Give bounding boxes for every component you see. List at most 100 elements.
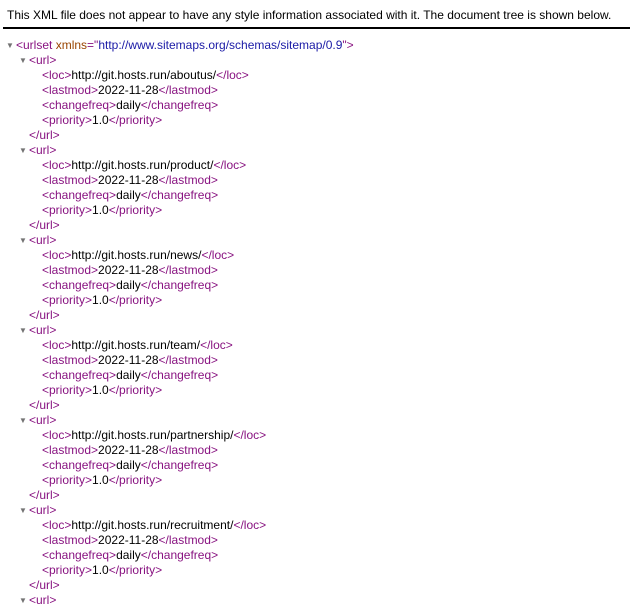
collapse-toggle-icon[interactable]: ▼ xyxy=(18,593,28,608)
lastmod-close-tag: </lastmod> xyxy=(158,83,218,97)
changefreq-close-tag: </changefreq> xyxy=(140,368,219,382)
loc-open-tag: <loc> xyxy=(42,338,72,352)
lastmod-line: <lastmod>2022-11-28</lastmod> xyxy=(0,353,630,368)
changefreq-line: <changefreq>daily</changefreq> xyxy=(0,278,630,293)
urlset-open-line: ▼ <urlset xmlns="http://www.sitemaps.org… xyxy=(0,38,630,53)
url-open-line: ▼ <url> xyxy=(0,233,630,248)
lastmod-value: 2022-11-28 xyxy=(98,443,159,457)
lastmod-line: <lastmod>2022-11-28</lastmod> xyxy=(0,533,630,548)
changefreq-line: <changefreq>daily</changefreq> xyxy=(0,458,630,473)
collapse-toggle-icon[interactable]: ▼ xyxy=(18,323,28,338)
url-close-tag: </url> xyxy=(29,578,60,592)
xmlns-attribute-value: http://www.sitemaps.org/schemas/sitemap/… xyxy=(98,38,343,52)
collapse-toggle-icon[interactable]: ▼ xyxy=(18,53,28,68)
url-close-tag: </url> xyxy=(29,488,60,502)
url-open-line: ▼ <url> xyxy=(0,413,630,428)
lastmod-value: 2022-11-28 xyxy=(98,83,159,97)
changefreq-value: daily xyxy=(116,368,141,382)
loc-open-tag: <loc> xyxy=(42,68,72,82)
collapse-toggle-icon[interactable]: ▼ xyxy=(18,143,28,158)
url-close-line: </url> xyxy=(0,488,630,503)
url-open-tag: <url> xyxy=(29,323,57,337)
priority-value: 1.0 xyxy=(92,473,109,487)
priority-line: <priority>1.0</priority> xyxy=(0,203,630,218)
url-open-line: ▼ <url> xyxy=(0,503,630,518)
priority-line: <priority>1.0</priority> xyxy=(0,473,630,488)
collapse-toggle-icon[interactable]: ▼ xyxy=(18,233,28,248)
priority-close-tag: </priority> xyxy=(108,473,163,487)
changefreq-value: daily xyxy=(116,278,141,292)
xml-style-notice: This XML file does not appear to have an… xyxy=(7,8,612,22)
loc-value: http://git.hosts.run/team/ xyxy=(71,338,201,352)
priority-open-tag: <priority> xyxy=(42,203,93,217)
lastmod-line: <lastmod>2022-11-28</lastmod> xyxy=(0,443,630,458)
lastmod-value: 2022-11-28 xyxy=(98,353,159,367)
lastmod-open-tag: <lastmod> xyxy=(42,263,99,277)
priority-value: 1.0 xyxy=(92,113,109,127)
changefreq-open-tag: <changefreq> xyxy=(42,458,117,472)
url-open-tag: <url> xyxy=(29,413,57,427)
lastmod-value: 2022-11-28 xyxy=(98,533,159,547)
loc-close-tag: </loc> xyxy=(213,158,247,172)
priority-open-tag: <priority> xyxy=(42,383,93,397)
loc-line: <loc>http://git.hosts.run/aboutus/</loc> xyxy=(0,68,630,83)
xml-document-tree: ▼ <urlset xmlns="http://www.sitemaps.org… xyxy=(0,38,630,608)
url-close-tag: </url> xyxy=(29,218,60,232)
url-open-line: ▼ <url> xyxy=(0,143,630,158)
loc-open-tag: <loc> xyxy=(42,428,72,442)
lastmod-value: 2022-11-28 xyxy=(98,263,159,277)
lastmod-open-tag: <lastmod> xyxy=(42,173,99,187)
url-close-tag: </url> xyxy=(29,128,60,142)
changefreq-line: <changefreq>daily</changefreq> xyxy=(0,188,630,203)
priority-close-tag: </priority> xyxy=(108,563,163,577)
url-close-line: </url> xyxy=(0,218,630,233)
priority-value: 1.0 xyxy=(92,203,109,217)
loc-value: http://git.hosts.run/product/ xyxy=(71,158,214,172)
changefreq-line: <changefreq>daily</changefreq> xyxy=(0,368,630,383)
priority-value: 1.0 xyxy=(92,563,109,577)
lastmod-line: <lastmod>2022-11-28</lastmod> xyxy=(0,173,630,188)
loc-line: <loc>http://git.hosts.run/team/</loc> xyxy=(0,338,630,353)
xmlns-attribute-name: xmlns xyxy=(52,38,88,52)
url-open-line: ▼ <url> xyxy=(0,53,630,68)
url-open-tag: <url> xyxy=(29,143,57,157)
changefreq-close-tag: </changefreq> xyxy=(140,98,219,112)
priority-close-tag: </priority> xyxy=(108,113,163,127)
xmlns-attribute-eq: =" xyxy=(87,38,99,52)
loc-value: http://git.hosts.run/aboutus/ xyxy=(71,68,217,82)
lastmod-open-tag: <lastmod> xyxy=(42,83,99,97)
changefreq-open-tag: <changefreq> xyxy=(42,98,117,112)
lastmod-open-tag: <lastmod> xyxy=(42,533,99,547)
changefreq-open-tag: <changefreq> xyxy=(42,548,117,562)
lastmod-close-tag: </lastmod> xyxy=(158,533,218,547)
priority-close-tag: </priority> xyxy=(108,293,163,307)
lastmod-close-tag: </lastmod> xyxy=(158,353,218,367)
urlset-open-tag-end: "> xyxy=(342,38,354,52)
changefreq-open-tag: <changefreq> xyxy=(42,278,117,292)
priority-close-tag: </priority> xyxy=(108,383,163,397)
lastmod-open-tag: <lastmod> xyxy=(42,443,99,457)
priority-value: 1.0 xyxy=(92,293,109,307)
lastmod-close-tag: </lastmod> xyxy=(158,443,218,457)
changefreq-close-tag: </changefreq> xyxy=(140,278,219,292)
header-divider xyxy=(3,27,630,29)
priority-open-tag: <priority> xyxy=(42,293,93,307)
url-open-tag: <url> xyxy=(29,503,57,517)
priority-line: <priority>1.0</priority> xyxy=(0,383,630,398)
lastmod-open-tag: <lastmod> xyxy=(42,353,99,367)
priority-close-tag: </priority> xyxy=(108,203,163,217)
lastmod-line: <lastmod>2022-11-28</lastmod> xyxy=(0,263,630,278)
loc-close-tag: </loc> xyxy=(200,338,233,352)
changefreq-open-tag: <changefreq> xyxy=(42,188,117,202)
collapse-toggle-icon[interactable]: ▼ xyxy=(18,413,28,428)
priority-open-tag: <priority> xyxy=(42,563,93,577)
changefreq-value: daily xyxy=(116,458,141,472)
urlset-open-tag: <urlset xyxy=(16,38,53,52)
collapse-toggle-icon[interactable]: ▼ xyxy=(5,38,15,53)
loc-value: http://git.hosts.run/news/ xyxy=(71,248,202,262)
collapse-toggle-icon[interactable]: ▼ xyxy=(18,503,28,518)
loc-close-tag: </loc> xyxy=(233,518,267,532)
changefreq-value: daily xyxy=(116,98,141,112)
loc-line: <loc>http://git.hosts.run/product/</loc> xyxy=(0,158,630,173)
loc-close-tag: </loc> xyxy=(201,248,235,262)
